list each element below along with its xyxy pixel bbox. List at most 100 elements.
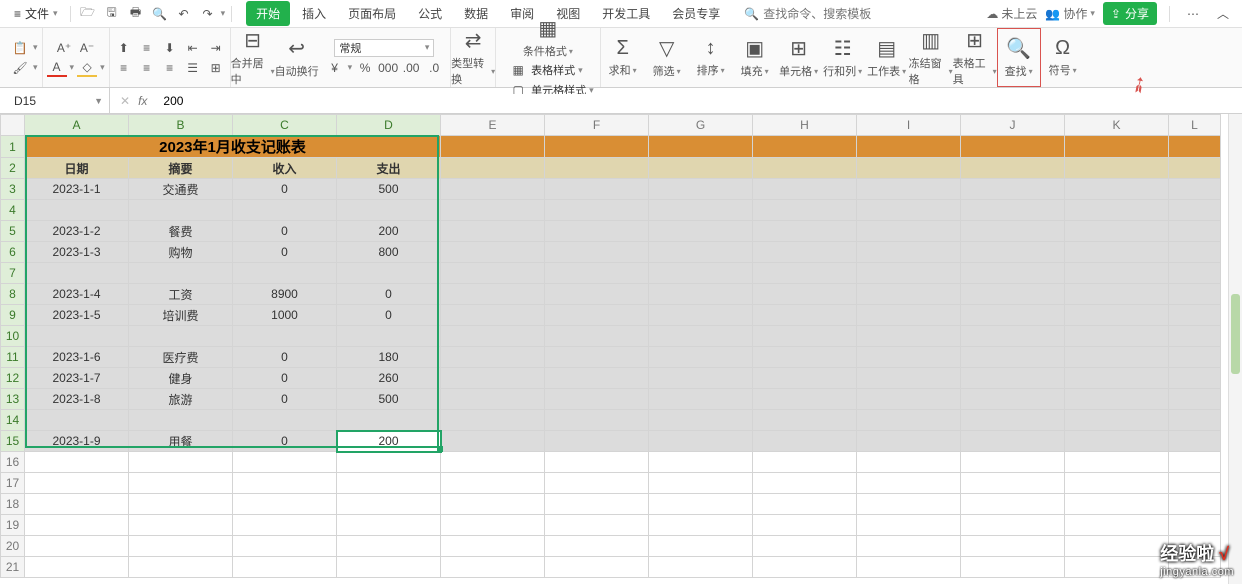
- cell[interactable]: [1169, 410, 1221, 431]
- number-format-combo[interactable]: 常规▾: [334, 39, 434, 57]
- align-right-icon[interactable]: ≡: [160, 59, 180, 77]
- cell[interactable]: [545, 136, 649, 158]
- col-header-F[interactable]: F: [545, 115, 649, 136]
- chevron-down-icon[interactable]: ▾: [33, 42, 38, 53]
- cell[interactable]: 培训费: [129, 305, 233, 326]
- tab-7[interactable]: 开发工具: [592, 1, 660, 26]
- rowcol-button[interactable]: ☷行和列▾: [821, 28, 865, 87]
- cell[interactable]: [25, 326, 129, 347]
- cell[interactable]: [753, 515, 857, 536]
- vertical-scrollbar[interactable]: [1228, 114, 1242, 584]
- cell[interactable]: [961, 136, 1065, 158]
- cell[interactable]: [1065, 368, 1169, 389]
- sum-button[interactable]: Σ求和▾: [601, 28, 645, 87]
- cell[interactable]: [961, 347, 1065, 368]
- cell[interactable]: [441, 410, 545, 431]
- cell[interactable]: [129, 515, 233, 536]
- cell[interactable]: 500: [337, 179, 441, 200]
- col-header-G[interactable]: G: [649, 115, 753, 136]
- cell[interactable]: 购物: [129, 242, 233, 263]
- cell[interactable]: [649, 326, 753, 347]
- cell[interactable]: [545, 389, 649, 410]
- cell[interactable]: [337, 263, 441, 284]
- tab-8[interactable]: 会员专享: [662, 1, 730, 26]
- row-header-7[interactable]: 7: [1, 263, 25, 284]
- cell[interactable]: 200: [337, 221, 441, 242]
- cell[interactable]: [441, 452, 545, 473]
- cell[interactable]: [441, 536, 545, 557]
- redo-icon[interactable]: ↷: [197, 3, 219, 25]
- col-header-I[interactable]: I: [857, 115, 961, 136]
- currency-icon[interactable]: ¥: [325, 59, 345, 77]
- cell[interactable]: [649, 179, 753, 200]
- fill-button[interactable]: ▣填充▾: [733, 28, 777, 87]
- print-icon[interactable]: 🖶: [125, 3, 147, 25]
- cell[interactable]: [1065, 179, 1169, 200]
- table-header[interactable]: 收入: [233, 158, 337, 179]
- cell[interactable]: 餐费: [129, 221, 233, 242]
- cell[interactable]: [753, 431, 857, 452]
- cell[interactable]: [233, 557, 337, 578]
- cell[interactable]: [1065, 136, 1169, 158]
- cell[interactable]: [857, 221, 961, 242]
- cell[interactable]: [961, 179, 1065, 200]
- cell[interactable]: [1169, 473, 1221, 494]
- cell[interactable]: [753, 242, 857, 263]
- cell[interactable]: [337, 452, 441, 473]
- cell[interactable]: [649, 136, 753, 158]
- cell[interactable]: [129, 263, 233, 284]
- cell[interactable]: [961, 557, 1065, 578]
- cell[interactable]: [649, 284, 753, 305]
- cell[interactable]: [545, 410, 649, 431]
- align-middle-icon[interactable]: ≡: [137, 39, 157, 57]
- cell[interactable]: 交通费: [129, 179, 233, 200]
- cell[interactable]: [753, 326, 857, 347]
- row-header-6[interactable]: 6: [1, 242, 25, 263]
- cell[interactable]: [961, 389, 1065, 410]
- cell[interactable]: [649, 536, 753, 557]
- cell[interactable]: [1169, 179, 1221, 200]
- formula-input[interactable]: [157, 94, 1242, 108]
- cell[interactable]: [857, 557, 961, 578]
- align-top-icon[interactable]: ⬆: [114, 39, 134, 57]
- col-header-E[interactable]: E: [441, 115, 545, 136]
- cell[interactable]: [233, 200, 337, 221]
- cell[interactable]: 2023-1-4: [25, 284, 129, 305]
- cell[interactable]: [961, 368, 1065, 389]
- cell[interactable]: [129, 536, 233, 557]
- cell[interactable]: 260: [337, 368, 441, 389]
- cell[interactable]: [961, 158, 1065, 179]
- cell[interactable]: [961, 263, 1065, 284]
- tab-3[interactable]: 公式: [408, 1, 452, 26]
- cell[interactable]: [961, 326, 1065, 347]
- cell[interactable]: [1065, 431, 1169, 452]
- collab-button[interactable]: 👥协作▾: [1045, 5, 1095, 22]
- cell[interactable]: 2023-1-6: [25, 347, 129, 368]
- cell[interactable]: [233, 410, 337, 431]
- cell[interactable]: [1169, 431, 1221, 452]
- cell[interactable]: [441, 305, 545, 326]
- col-header-C[interactable]: C: [233, 115, 337, 136]
- cell[interactable]: [1169, 389, 1221, 410]
- cell[interactable]: [649, 452, 753, 473]
- cell[interactable]: [1169, 305, 1221, 326]
- cell[interactable]: [25, 494, 129, 515]
- cell[interactable]: [1169, 136, 1221, 158]
- tab-4[interactable]: 数据: [454, 1, 498, 26]
- fill-color-icon[interactable]: ◇: [77, 59, 97, 77]
- cell[interactable]: 1000: [233, 305, 337, 326]
- cell[interactable]: [1169, 368, 1221, 389]
- cell[interactable]: [753, 284, 857, 305]
- row-header-2[interactable]: 2: [1, 158, 25, 179]
- cell[interactable]: [545, 347, 649, 368]
- cell[interactable]: [129, 557, 233, 578]
- cell[interactable]: [1169, 494, 1221, 515]
- collapse-ribbon-icon[interactable]: ︿: [1212, 3, 1234, 25]
- cell[interactable]: [1065, 536, 1169, 557]
- cell[interactable]: 0: [233, 368, 337, 389]
- cell[interactable]: 工资: [129, 284, 233, 305]
- cell-button[interactable]: ⊞单元格▾: [777, 28, 821, 87]
- cell[interactable]: [25, 263, 129, 284]
- cell[interactable]: [753, 179, 857, 200]
- cell[interactable]: [1065, 557, 1169, 578]
